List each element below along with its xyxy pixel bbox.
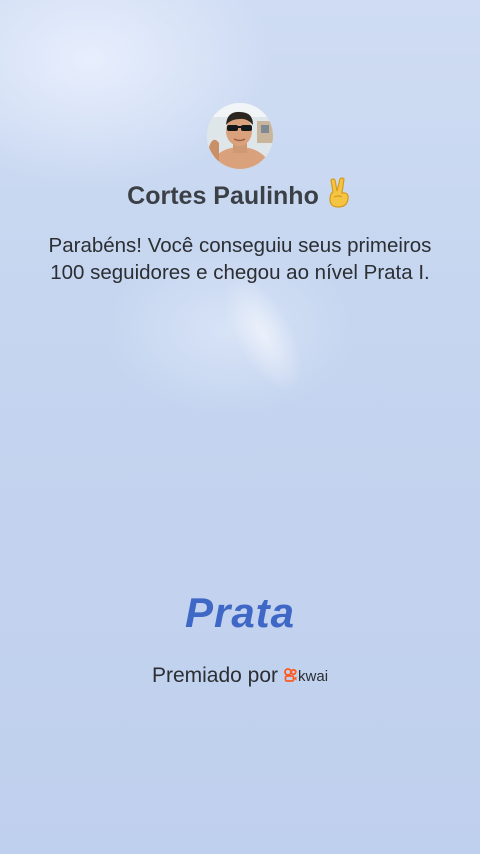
awarded-by-label: Premiado por [151,664,279,687]
avatar[interactable] [207,103,273,169]
congratulations-message: Parabéns! Você conseguiu seus primeiros … [48,234,432,284]
kwai-brand: kwai [284,660,328,692]
awarded-by-row: Premiado por kwai [0,660,480,692]
kwai-logo-icon [284,661,297,682]
level-title: Prata [184,589,296,636]
profile-name-row: Cortes Paulinho [0,176,480,216]
kwai-brand-name: kwai [298,668,329,685]
victory-hand-icon [325,177,353,209]
profile-name: Cortes Paulinho [127,182,319,210]
